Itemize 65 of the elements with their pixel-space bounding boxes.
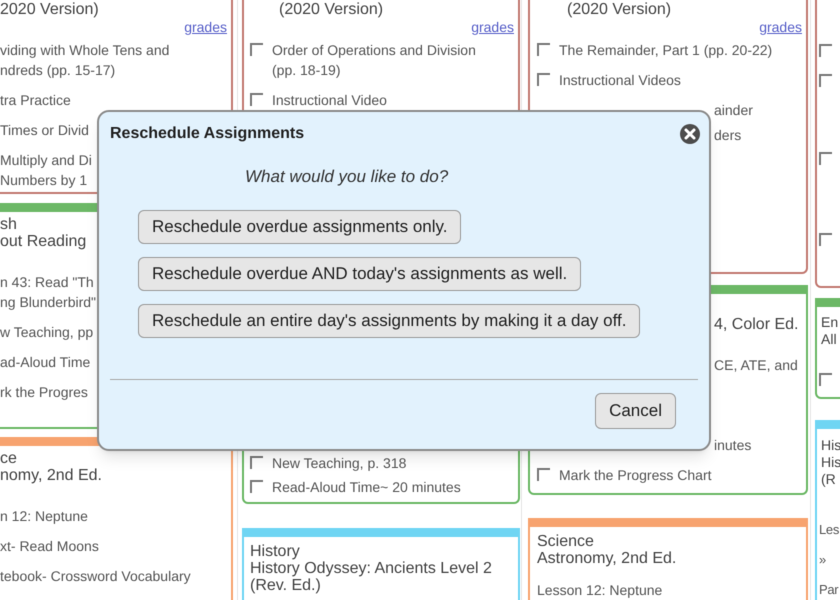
course-heading: sh [0,216,17,233]
close-button[interactable] [679,123,701,145]
assignment-text: inutes [714,436,752,455]
assignment-text: Instructional Video [272,91,387,110]
course-heading: (2020 Version) [279,1,384,18]
assignment-text: rk the Progres [0,383,88,402]
checkbox[interactable] [819,373,832,386]
assignment-text: CE, ATE, and [714,356,798,375]
assignment-text: ainder [714,101,753,120]
course-heading: History Odyssey: Ancients Level 2 [250,560,492,577]
assignment-text: Lesson 12: Neptune [537,581,662,600]
grades-link[interactable]: grades [759,18,802,36]
assignment-text: tra Practice [0,91,71,110]
course-heading: Astronomy, 2nd Ed. [537,550,676,567]
assignment-text: Mark the Progress Chart [559,466,712,485]
course-heading: (Rev. Ed.) [250,577,321,594]
assignment-text: Times or Divid [0,121,89,140]
dialog-title: Reschedule Assignments [110,124,304,144]
assignment-text: The Remainder, Part 1 (pp. 20-22) [559,41,772,60]
course-heading: History [250,543,300,560]
course-heading: En [821,314,838,331]
reschedule-option-button[interactable]: Reschedule an entire day's assignments by making it a day off. [138,304,640,338]
checkbox[interactable] [537,43,550,56]
assignment-text: Multiply and Di Numbers by 1 [0,151,92,190]
checkbox[interactable] [537,73,550,86]
assignment-text: Order of Operations and Division (pp. 18-19) [272,41,476,80]
assignment-text: Les [819,521,840,539]
course-heading: 4, Color Ed. [714,316,798,333]
checkbox[interactable] [250,480,263,493]
checkbox[interactable] [819,233,832,246]
checkbox[interactable] [819,152,832,165]
assignment-text: » [819,551,826,569]
assignment-text: xt- Read Moons [0,537,99,556]
grades-link[interactable]: grades [184,18,227,36]
checkbox[interactable] [250,43,263,56]
checkbox[interactable] [819,44,832,57]
close-icon [679,123,701,145]
assignment-text: Par [819,581,838,599]
checkbox[interactable] [250,456,263,469]
assignment-text: Read-Aloud Time~ 20 minutes [272,478,461,497]
cancel-button[interactable]: Cancel [595,392,676,428]
course-heading: 2020 Version) [0,1,99,18]
assignment-text: n 43: Read "Th ng Blunderbird" [0,273,96,312]
assignment-text: Instructional Videos [559,71,681,90]
checkbox[interactable] [250,93,263,106]
reschedule-option-button[interactable]: Reschedule overdue assignments only. [138,210,462,244]
assignment-text: ders [714,126,742,145]
assignment-text: tebook- Crossword Vocabulary [0,567,191,586]
course-heading: Science [537,533,594,550]
assignment-text: viding with Whole Tens and ndreds (pp. 15-17) [0,41,170,80]
course-heading: nomy, 2nd Ed. [0,467,102,484]
assignment-text: w Teaching, pp [0,323,94,342]
course-heading: (2020 Version) [567,1,672,18]
checkbox[interactable] [819,74,832,87]
assignment-text: n 12: Neptune [0,507,88,526]
dialog-question: What would you like to do? [245,166,448,188]
course-heading: out Reading [0,233,86,250]
course-heading: All [821,331,837,348]
course-heading: ce [0,450,17,467]
assignment-text: New Teaching, p. 318 [272,454,406,473]
checkbox[interactable] [537,468,550,481]
grades-link[interactable]: grades [471,18,514,36]
course-heading: (R [821,471,836,488]
reschedule-option-button[interactable]: Reschedule overdue AND today's assignments as well. [138,256,582,290]
assignment-text: ad-Aloud Time [0,353,90,372]
